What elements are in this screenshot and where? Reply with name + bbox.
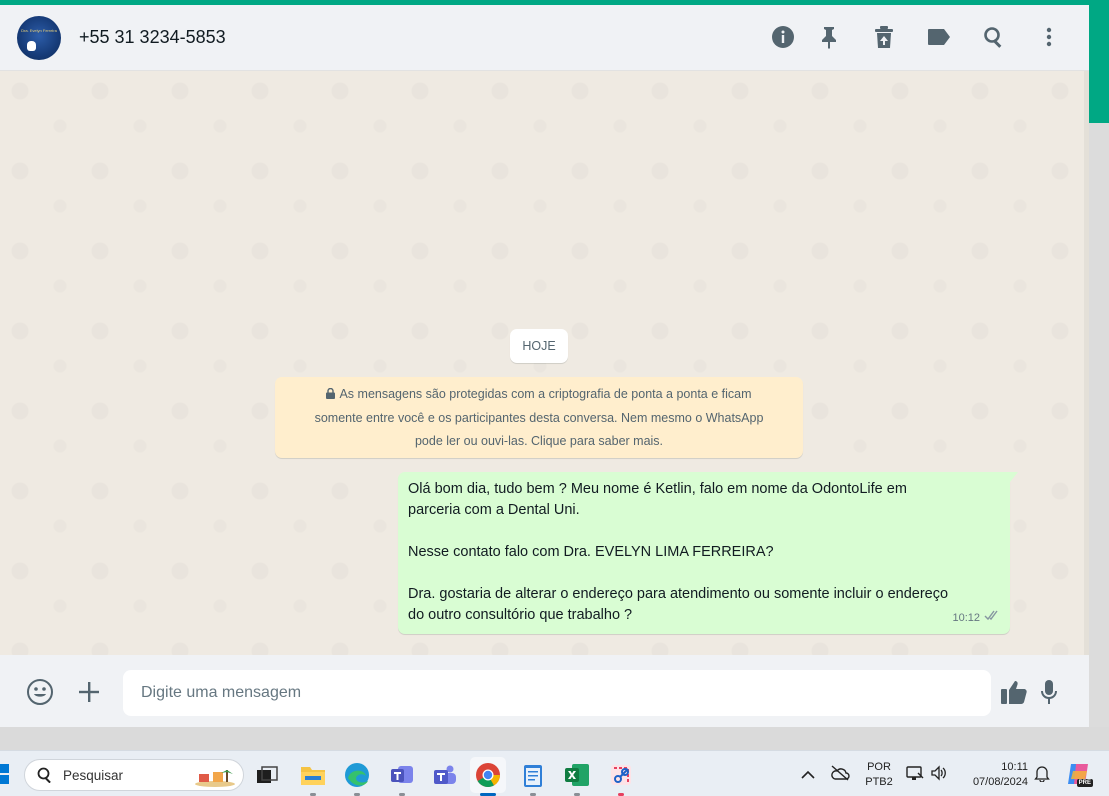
tray-chevron-icon[interactable] — [801, 767, 815, 785]
clock-date: 07/08/2024 — [972, 776, 1028, 788]
encryption-notice-line: pode ler ou ouvi-las. Clique para saber … — [414, 434, 664, 448]
menu-icon[interactable] — [1035, 23, 1063, 51]
whatsapp-window: Dra. Evelyn Ferreira +55 31 3234-5853 HO… — [0, 5, 1089, 727]
message-text: Nesse contato falo com Dra. EVELYN LIMA … — [408, 544, 774, 560]
clear-chat-icon[interactable] — [870, 23, 898, 51]
taskbar-search[interactable]: Pesquisar — [24, 759, 244, 791]
chat-header: Dra. Evelyn Ferreira +55 31 3234-5853 — [0, 5, 1089, 71]
attach-plus-icon[interactable] — [74, 677, 104, 707]
volume-icon[interactable] — [930, 765, 948, 786]
window-edge — [1089, 123, 1109, 727]
message-text: Olá bom dia, tudo bem ? Meu nome é Ketli… — [408, 481, 907, 497]
message-text: do outro consultório que trabalho ? — [408, 607, 633, 623]
taskbar-file-explorer[interactable] — [295, 757, 331, 796]
taskbar-chrome[interactable] — [470, 757, 506, 796]
composer-bar — [0, 655, 1089, 727]
search-icon[interactable] — [980, 23, 1008, 51]
encryption-notice-line: somente entre você e os participantes de… — [314, 411, 764, 425]
message-time: 10:12 — [952, 612, 980, 624]
desktop-gap — [0, 727, 1109, 750]
clock-time: 10:11 — [1001, 761, 1028, 773]
lock-icon — [326, 384, 336, 407]
message-input[interactable] — [123, 670, 991, 716]
tooth-icon — [27, 41, 36, 51]
copilot-badge: PRE — [1076, 779, 1093, 787]
windows-taskbar: Pesquisar POR PTB2 10:11 07/08/2024 PRE — [0, 750, 1109, 796]
avatar[interactable]: Dra. Evelyn Ferreira — [17, 16, 61, 60]
taskbar-snipping-tool[interactable] — [603, 757, 639, 796]
outgoing-message[interactable]: Olá bom dia, tudo bem ? Meu nome é Ketli… — [398, 472, 1018, 634]
date-chip: HOJE — [510, 329, 568, 363]
language-indicator[interactable]: POR PTB2 — [862, 760, 896, 790]
taskbar-task-view[interactable] — [249, 757, 285, 793]
onedrive-offline-icon[interactable] — [830, 765, 850, 786]
search-label: Pesquisar — [63, 768, 124, 783]
bubble-tail — [1010, 472, 1018, 482]
label-icon[interactable] — [925, 23, 953, 51]
microphone-icon[interactable] — [1034, 677, 1064, 707]
message-pane: HOJE As mensagens são protegidas com a c… — [0, 71, 1089, 655]
keyboard-layout-label: PTB2 — [865, 776, 893, 788]
search-highlight-icon — [193, 764, 237, 788]
avatar-text: Dra. Evelyn Ferreira — [21, 28, 57, 33]
thumbs-up-icon[interactable] — [999, 677, 1029, 707]
notification-bell-icon[interactable] — [1034, 765, 1050, 787]
search-icon — [37, 767, 53, 788]
emoji-icon[interactable] — [25, 677, 55, 707]
double-check-icon — [984, 608, 1000, 629]
taskbar-notepad[interactable] — [515, 757, 551, 796]
language-label: POR — [867, 761, 891, 773]
encryption-notice-line: As mensagens são protegidas com a cripto… — [339, 387, 752, 401]
pin-icon[interactable] — [815, 23, 843, 51]
window-edge-accent — [1089, 5, 1109, 123]
windows-start-icon[interactable] — [0, 764, 12, 784]
network-icon[interactable] — [906, 765, 924, 786]
copilot-icon[interactable]: PRE — [1065, 761, 1093, 787]
contact-name[interactable]: +55 31 3234-5853 — [79, 27, 226, 48]
message-text: Dra. gostaria de alterar o endereço para… — [408, 586, 949, 602]
message-text: parceria com a Dental Uni. — [408, 502, 580, 518]
taskbar-excel[interactable] — [559, 757, 595, 796]
info-icon[interactable] — [769, 23, 797, 51]
message-scrollbar[interactable] — [1084, 71, 1089, 655]
message-meta: 10:12 — [952, 608, 1000, 629]
encryption-notice[interactable]: As mensagens são protegidas com a cripto… — [275, 377, 803, 458]
taskbar-edge[interactable] — [339, 757, 375, 796]
taskbar-teams-classic[interactable] — [384, 757, 420, 796]
taskbar-teams[interactable] — [427, 757, 463, 793]
system-clock[interactable]: 10:11 07/08/2024 — [960, 760, 1028, 790]
